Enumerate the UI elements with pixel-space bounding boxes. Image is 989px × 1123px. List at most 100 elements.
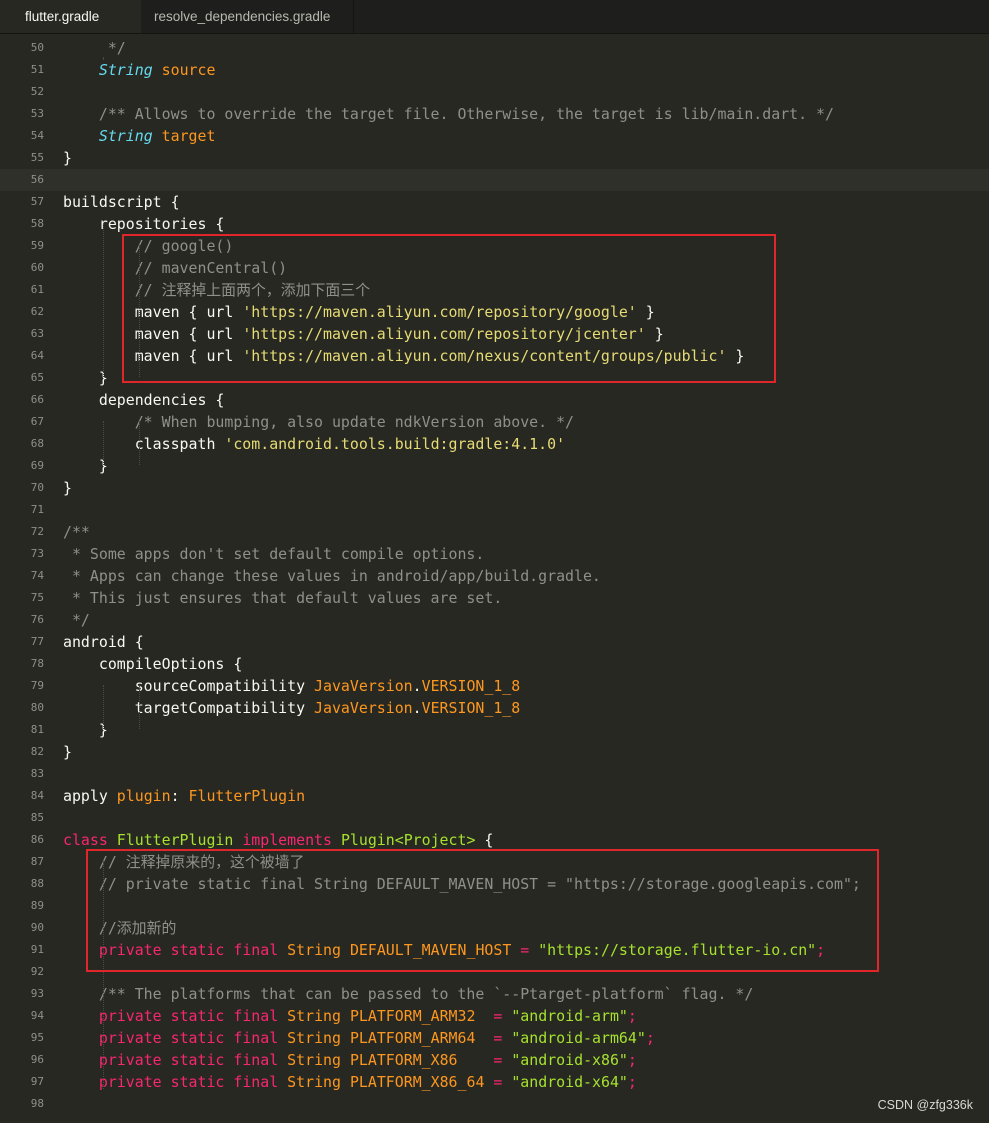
code-token: 'https://maven.aliyun.com/repository/goo… <box>242 303 637 321</box>
code-line[interactable]: 94 private static final String PLATFORM_… <box>0 1005 989 1027</box>
line-number: 78 <box>30 657 44 670</box>
code-line[interactable]: 80 targetCompatibility JavaVersion.VERSI… <box>0 697 989 719</box>
code-line[interactable]: 96 private static final String PLATFORM_… <box>0 1049 989 1071</box>
code-token: // 注释掉原来的，这个被墙了 <box>63 853 305 871</box>
code-token: private <box>98 1029 162 1047</box>
code-line[interactable]: 69 } <box>0 455 989 477</box>
code-line[interactable]: 79 sourceCompatibility JavaVersion.VERSI… <box>0 675 989 697</box>
code-text: apply plugin: FlutterPlugin <box>63 785 305 807</box>
code-line[interactable]: 90 //添加新的 <box>0 917 989 939</box>
code-line[interactable]: 83 <box>0 763 989 785</box>
code-line[interactable]: 72 /** <box>0 521 989 543</box>
code-text: /** The platforms that can be passed to … <box>63 983 753 1005</box>
code-line[interactable]: 81 } <box>0 719 989 741</box>
code-line[interactable]: 68 classpath 'com.android.tools.build:gr… <box>0 433 989 455</box>
code-line[interactable]: 56 <box>0 169 989 191</box>
code-line[interactable]: 65 } <box>0 367 989 389</box>
code-token: */ <box>63 39 126 57</box>
code-token: sourceCompatibility <box>63 677 315 695</box>
code-token: String <box>287 1029 341 1047</box>
code-line[interactable]: 71 <box>0 499 989 521</box>
code-token: * Some apps don't set default compile op… <box>63 545 485 563</box>
code-token: VERSION_1_8 <box>421 677 521 695</box>
code-line[interactable]: 67 /* When bumping, also update ndkVersi… <box>0 411 989 433</box>
code-line[interactable]: 51 String source <box>0 59 989 81</box>
code-token: static <box>170 941 225 959</box>
code-line[interactable]: 70} <box>0 477 989 499</box>
code-line[interactable]: 78 compileOptions { <box>0 653 989 675</box>
code-token: JavaVersion <box>314 699 413 717</box>
code-line[interactable]: 91 private static final String DEFAULT_M… <box>0 939 989 961</box>
code-line[interactable]: 97 private static final String PLATFORM_… <box>0 1071 989 1093</box>
code-text: // google() <box>63 235 234 257</box>
code-token: ; <box>627 1051 637 1069</box>
code-line[interactable]: 98 <box>0 1093 989 1115</box>
code-editor[interactable]: 50 */51 String source 52 53 /** Allows to … <box>0 33 989 1123</box>
code-line[interactable]: 61 // 注释掉上面两个，添加下面三个 <box>0 279 989 301</box>
code-token: String <box>287 1007 341 1025</box>
code-line[interactable]: 57 buildscript { <box>0 191 989 213</box>
code-line[interactable]: 53 /** Allows to override the target fil… <box>0 103 989 125</box>
code-text: dependencies { <box>63 389 225 411</box>
code-token: } <box>63 369 108 387</box>
tab-resolve-dependencies-gradle[interactable]: resolve_dependencies.gradle <box>141 0 354 33</box>
line-number: 85 <box>30 811 44 824</box>
code-line[interactable]: 60 // mavenCentral() <box>0 257 989 279</box>
code-token: "https://storage.flutter-io.cn" <box>538 941 817 959</box>
code-token: 'com.android.tools.build:gradle:4.1.0' <box>224 435 566 453</box>
code-line[interactable]: 84 apply plugin: FlutterPlugin <box>0 785 989 807</box>
line-number: 87 <box>30 855 44 868</box>
code-token: ; <box>645 1029 655 1047</box>
code-token: FlutterPlugin <box>116 831 234 849</box>
line-number: 55 <box>30 151 44 164</box>
code-text: targetCompatibility JavaVersion.VERSION_… <box>63 697 521 719</box>
code-token: JavaVersion <box>314 677 413 695</box>
code-text: private static final String PLATFORM_X86… <box>63 1071 637 1093</box>
line-number: 69 <box>30 459 44 472</box>
code-token: "android-arm" <box>511 1007 628 1025</box>
code-line[interactable]: 88 // private static final String DEFAUL… <box>0 873 989 895</box>
code-line[interactable]: 58 repositories { <box>0 213 989 235</box>
code-line[interactable]: 75 * This just ensures that default valu… <box>0 587 989 609</box>
code-text: * Apps can change these values in androi… <box>63 565 601 587</box>
code-line[interactable]: 54 String target <box>0 125 989 147</box>
code-line[interactable]: 66 dependencies { <box>0 389 989 411</box>
code-line[interactable]: 62 maven { url 'https://maven.aliyun.com… <box>0 301 989 323</box>
code-token: buildscript { <box>63 193 180 211</box>
code-token: // google() <box>63 237 234 255</box>
code-token: . <box>412 677 422 695</box>
code-line[interactable]: 85 <box>0 807 989 829</box>
code-line[interactable]: 59 // google() <box>0 235 989 257</box>
code-line[interactable]: 55} <box>0 147 989 169</box>
code-line[interactable]: 89 <box>0 895 989 917</box>
line-number: 74 <box>30 569 44 582</box>
code-line[interactable]: 92 <box>0 961 989 983</box>
code-line[interactable]: 93 /** The platforms that can be passed … <box>0 983 989 1005</box>
code-line[interactable]: 63 maven { url 'https://maven.aliyun.com… <box>0 323 989 345</box>
code-line[interactable]: 50 */ <box>0 37 989 59</box>
code-token: compileOptions { <box>63 655 243 673</box>
code-text: // 注释掉原来的，这个被墙了 <box>63 851 305 873</box>
code-line[interactable]: 64 maven { url 'https://maven.aliyun.com… <box>0 345 989 367</box>
tab-flutter-gradle[interactable]: flutter.gradle <box>0 0 141 33</box>
code-line[interactable]: 87 // 注释掉原来的，这个被墙了 <box>0 851 989 873</box>
code-text: } <box>63 147 72 169</box>
code-line[interactable]: 86 class FlutterPlugin implements Plugin<… <box>0 829 989 851</box>
code-text: private static final String PLATFORM_ARM… <box>63 1027 655 1049</box>
code-line[interactable]: 82} <box>0 741 989 763</box>
code-line[interactable]: 52 <box>0 81 989 103</box>
code-line[interactable]: 73 * Some apps don't set default compile… <box>0 543 989 565</box>
code-line[interactable]: 95 private static final String PLATFORM_… <box>0 1027 989 1049</box>
code-line[interactable]: 76 */ <box>0 609 989 631</box>
code-token: static <box>170 1051 225 1069</box>
code-line[interactable]: 77 android { <box>0 631 989 653</box>
code-line[interactable]: 74 * Apps can change these values in and… <box>0 565 989 587</box>
line-number: 95 <box>30 1031 44 1044</box>
